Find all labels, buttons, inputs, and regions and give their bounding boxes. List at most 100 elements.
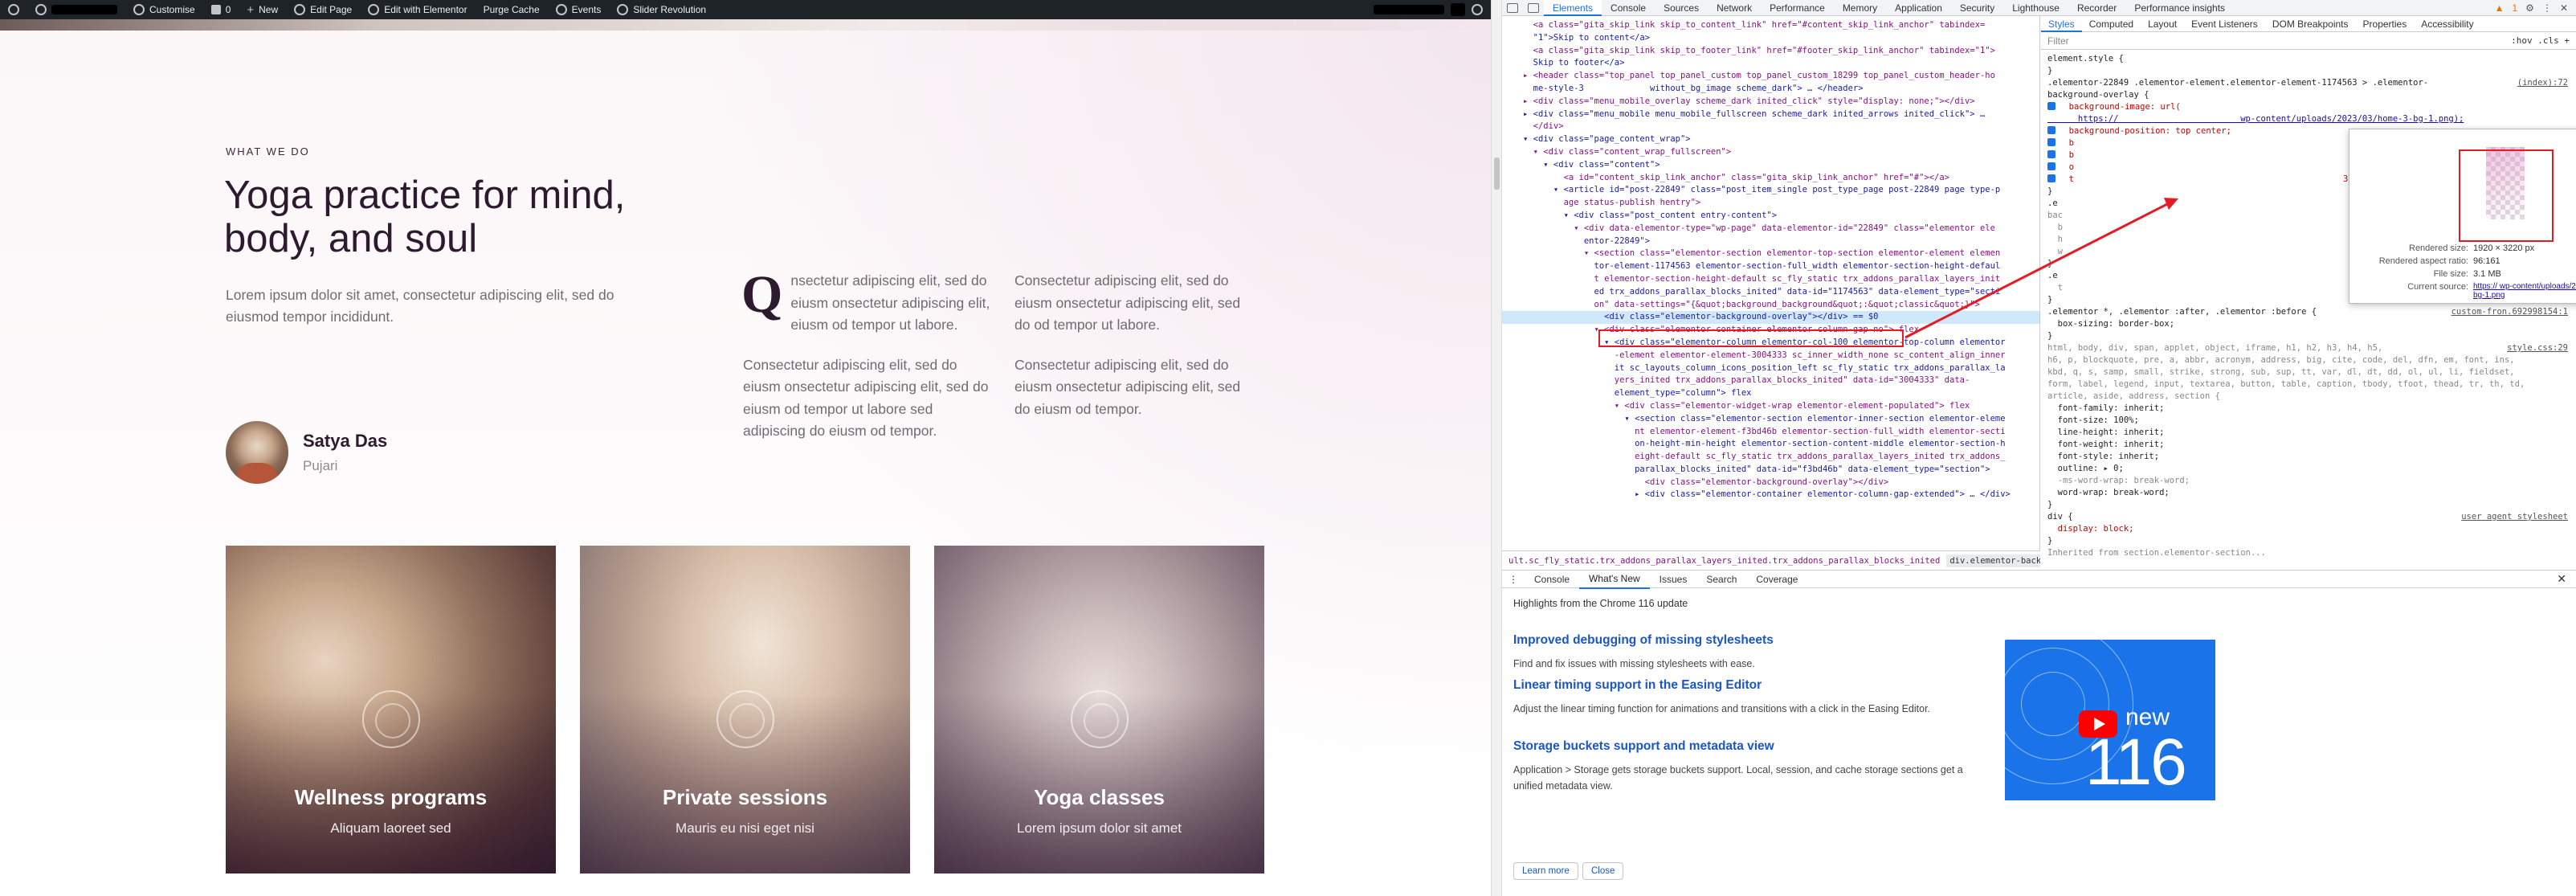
- drawer-tab-console[interactable]: Console: [1525, 571, 1579, 588]
- user-avatar[interactable]: [1451, 3, 1465, 16]
- drawer-tab-whats-new[interactable]: What's New: [1579, 570, 1650, 589]
- tab-dom-breakpoints[interactable]: DOM Breakpoints: [2265, 16, 2356, 32]
- site-name-menu[interactable]: [27, 0, 125, 19]
- dom-line[interactable]: ▸ <div class="elementor-container elemen…: [1502, 489, 2039, 501]
- tab-console[interactable]: Console: [1602, 0, 1655, 16]
- style-rule-line[interactable]: outline: ▸ 0;: [2041, 463, 2576, 475]
- style-rule-line[interactable]: }: [2041, 499, 2576, 511]
- tab-event-listeners[interactable]: Event Listeners: [2184, 16, 2265, 32]
- drawer-tab-search[interactable]: Search: [1696, 571, 1746, 588]
- dom-line[interactable]: ▾ <section class="elementor-section elem…: [1502, 413, 2039, 426]
- property-checkbox[interactable]: [2047, 150, 2055, 158]
- dom-line[interactable]: <a id="content_skip_link_anchor" class="…: [1502, 172, 2039, 185]
- property-checkbox[interactable]: [2047, 174, 2055, 182]
- tab-layout[interactable]: Layout: [2141, 16, 2184, 32]
- card-wellness-programs[interactable]: Wellness programs Aliquam laoreet sed: [226, 546, 556, 873]
- dom-line[interactable]: ▾ <div data-elementor-type="wp-page" dat…: [1502, 223, 2039, 235]
- dom-line[interactable]: eight-default sc_fly_static trx_addons_p…: [1502, 451, 2039, 464]
- edit-page-link[interactable]: Edit Page: [286, 0, 360, 19]
- style-rule-line[interactable]: https:// wp-content/uploads/2023/03/home…: [2041, 113, 2576, 125]
- breadcrumb-item-selected[interactable]: div.elementor-background-overlay: [1946, 554, 2040, 567]
- style-rule-line[interactable]: background-image: url(: [2041, 101, 2576, 113]
- warning-icon[interactable]: ▲: [2495, 2, 2505, 14]
- property-checkbox[interactable]: [2047, 162, 2055, 170]
- value[interactable]: https:// wp-content/uploads/2023/03/home…: [2473, 282, 2576, 300]
- close-drawer-icon[interactable]: ✕: [2557, 572, 2576, 586]
- property-checkbox[interactable]: [2047, 102, 2055, 110]
- card-yoga-classes[interactable]: Yoga classes Lorem ipsum dolor sit amet: [934, 546, 1264, 873]
- news-title[interactable]: Storage buckets support and metadata vie…: [1513, 739, 1963, 754]
- breadcrumb-item[interactable]: ult.sc_fly_static.trx_addons_parallax_la…: [1508, 556, 1940, 566]
- wp-logo-menu[interactable]: [0, 0, 27, 19]
- dom-line[interactable]: </div>: [1502, 121, 2039, 133]
- tab-performance-insights[interactable]: Performance insights: [2125, 0, 2234, 16]
- device-toolbar-icon[interactable]: [1528, 2, 1539, 13]
- dom-line[interactable]: it sc_layouts_column_icons_position_left…: [1502, 362, 2039, 375]
- dom-line[interactable]: on" data-settings="{&quot;background_bac…: [1502, 299, 2039, 312]
- dom-line[interactable]: ▸ <div class="menu_mobile_overlay scheme…: [1502, 96, 2039, 108]
- dom-line[interactable]: ▾ <article id="post-22849" class="post_i…: [1502, 184, 2039, 197]
- customise-link[interactable]: Customise: [125, 0, 203, 19]
- style-rule-line[interactable]: display: block;: [2041, 523, 2576, 535]
- style-rule-line[interactable]: background-overlay {: [2041, 89, 2576, 101]
- dom-line[interactable]: ▾ <div class="page_content_wrap">: [1502, 133, 2039, 146]
- page-scrollbar[interactable]: [1491, 0, 1502, 896]
- drawer-menu-icon[interactable]: ⋮: [1502, 571, 1525, 588]
- settings-gear-icon[interactable]: ⚙: [2525, 2, 2534, 14]
- style-rule-line[interactable]: }: [2041, 535, 2576, 547]
- news-title[interactable]: Improved debugging of missing stylesheet…: [1513, 633, 1963, 648]
- drawer-tab-coverage[interactable]: Coverage: [1746, 571, 1807, 588]
- style-rule-line[interactable]: line-height: inherit;: [2041, 427, 2576, 439]
- rule-source-link[interactable]: (index):72: [2517, 77, 2576, 89]
- style-rule-line[interactable]: (index):72 .elementor-22849 .elementor-el…: [2041, 77, 2576, 89]
- tab-recorder[interactable]: Recorder: [2068, 0, 2125, 16]
- dom-line[interactable]: <a class="gita_skip_link skip_to_footer_…: [1502, 45, 2039, 58]
- tab-security[interactable]: Security: [1951, 0, 2003, 16]
- dom-line[interactable]: ▸ <header class="top_panel top_panel_cus…: [1502, 70, 2039, 83]
- style-rule-line[interactable]: Inherited from section.elementor-section…: [2041, 547, 2576, 559]
- more-options-icon[interactable]: ⋮: [2542, 2, 2552, 14]
- style-rule-line[interactable]: box-sizing: border-box;: [2041, 318, 2576, 330]
- style-rule-line[interactable]: kbd, q, s, samp, small, strike, strong, …: [2041, 366, 2576, 378]
- dom-line[interactable]: ed trx_addons_parallax_blocks_inited" da…: [1502, 286, 2039, 299]
- tab-performance[interactable]: Performance: [1761, 0, 1834, 16]
- dom-line[interactable]: ▾ <section class="elementor-section elem…: [1502, 248, 2039, 260]
- style-rule-line[interactable]: user agent stylesheet div {: [2041, 511, 2576, 523]
- search-icon[interactable]: [1472, 4, 1483, 15]
- tab-accessibility[interactable]: Accessibility: [2414, 16, 2480, 32]
- card-private-sessions[interactable]: Private sessions Mauris eu nisi eget nis…: [580, 546, 910, 873]
- close-button[interactable]: Close: [1582, 862, 1624, 880]
- dom-line[interactable]: entor-22849">: [1502, 235, 2039, 248]
- purge-cache-link[interactable]: Purge Cache: [476, 0, 548, 19]
- dom-line[interactable]: -element elementor-element-3004333 sc_in…: [1502, 350, 2039, 362]
- dom-line[interactable]: nt elementor-element-f3bd46b elementor-s…: [1502, 426, 2039, 439]
- dom-line[interactable]: ▾ <div class="content_wrap_fullscreen">: [1502, 146, 2039, 159]
- tab-lighthouse[interactable]: Lighthouse: [2003, 0, 2068, 16]
- rule-source-link[interactable]: custom-fron.692998154:1: [2451, 306, 2576, 318]
- dom-line[interactable]: parallax_blocks_inited" data-id="f3bd46b…: [1502, 464, 2039, 477]
- rule-source-link[interactable]: style.css:29: [2507, 342, 2576, 354]
- new-content-menu[interactable]: + New: [239, 0, 286, 19]
- dom-line[interactable]: ▾ <div class="elementor-widget-wrap elem…: [1502, 400, 2039, 413]
- style-rule-line[interactable]: form, label, legend, input, textarea, bu…: [2041, 378, 2576, 391]
- tab-elements[interactable]: Elements: [1544, 0, 1602, 16]
- property-checkbox[interactable]: [2047, 126, 2055, 134]
- edit-with-elementor-link[interactable]: Edit with Elementor: [360, 0, 475, 19]
- filter-input[interactable]: Filter: [2047, 35, 2069, 47]
- style-rule-line[interactable]: element.style {: [2041, 53, 2576, 65]
- style-rule-line[interactable]: }: [2041, 330, 2576, 342]
- dom-line[interactable]: <div class="elementor-background-overlay…: [1502, 477, 2039, 489]
- learn-more-button[interactable]: Learn more: [1513, 862, 1578, 880]
- elements-dom-tree[interactable]: <a class="gita_skip_link skip_to_content…: [1502, 16, 2040, 550]
- style-rule-line[interactable]: -ms-word-wrap: break-word;: [2041, 475, 2576, 487]
- dom-line[interactable]: t elementor-section-height-default sc_fl…: [1502, 273, 2039, 286]
- tab-network[interactable]: Network: [1708, 0, 1761, 16]
- tab-memory[interactable]: Memory: [1834, 0, 1886, 16]
- comments-link[interactable]: 0: [203, 0, 239, 19]
- style-rule-line[interactable]: word-wrap: break-word;: [2041, 487, 2576, 499]
- styles-filter[interactable]: Filter :hov .cls +: [2041, 32, 2576, 50]
- close-devtools-icon[interactable]: ✕: [2560, 2, 2568, 14]
- dom-line[interactable]: ▸ <div class="menu_mobile menu_mobile_fu…: [1502, 108, 2039, 121]
- style-rule-line[interactable]: font-style: inherit;: [2041, 451, 2576, 463]
- property-checkbox[interactable]: [2047, 138, 2055, 146]
